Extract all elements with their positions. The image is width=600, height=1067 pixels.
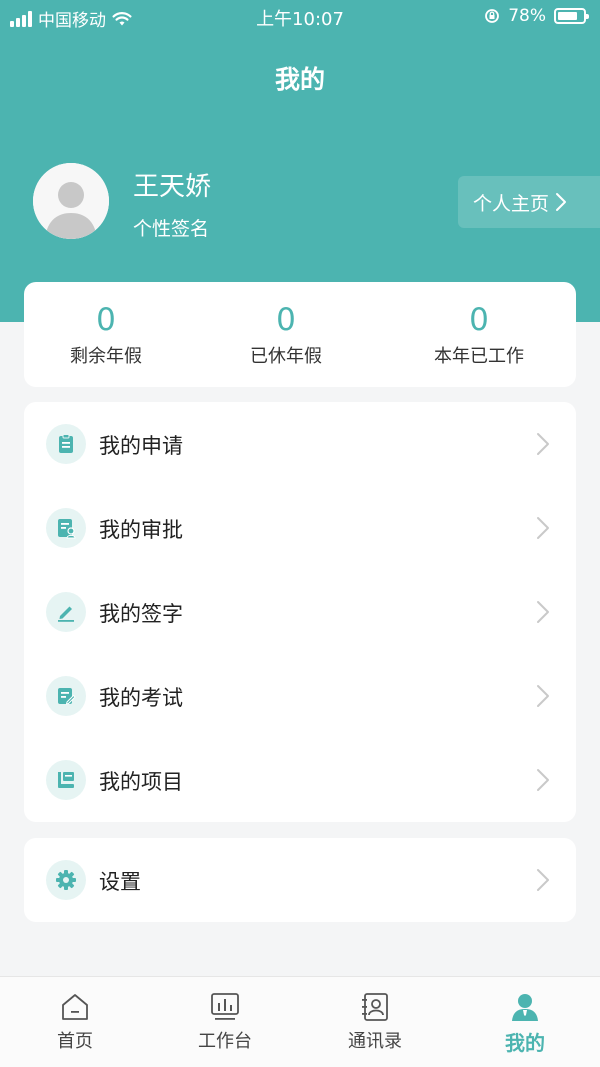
- person-icon: [512, 994, 538, 1021]
- chevron-right-icon: [537, 601, 549, 623]
- chevron-right-icon: [537, 869, 549, 891]
- user-signature[interactable]: 个性签名: [133, 214, 209, 241]
- menu-item-my-applications[interactable]: 我的申请: [24, 402, 576, 486]
- chevron-right-icon: [537, 517, 549, 539]
- user-name: 王天娇: [133, 172, 212, 202]
- menu-item-my-signatures[interactable]: 我的签字: [24, 570, 576, 654]
- menu-item-label: 我的申请: [99, 434, 183, 458]
- tab-label: 通讯录: [348, 1031, 402, 1052]
- menu-item-label: 我的审批: [99, 518, 183, 542]
- stats-card: 0 剩余年假 0 已休年假 0 本年已工作: [24, 282, 576, 387]
- chevron-right-icon: [556, 193, 567, 211]
- menu-item-settings[interactable]: 设置: [24, 838, 576, 922]
- settings-card: 设置: [24, 838, 576, 922]
- approval-icon: [46, 508, 86, 548]
- tab-label: 工作台: [198, 1031, 252, 1052]
- tab-bar: 首页 工作台 通讯录 我的: [0, 976, 600, 1067]
- tab-contacts[interactable]: 通讯录: [300, 977, 450, 1067]
- chevron-right-icon: [537, 769, 549, 791]
- exam-icon: [46, 676, 86, 716]
- stat-remaining-leave[interactable]: 0 剩余年假: [36, 282, 176, 387]
- avatar[interactable]: [33, 163, 109, 239]
- home-icon: [62, 994, 88, 1020]
- menu-card: 我的申请 我的审批 我的签字 我的考试 我的项目: [24, 402, 576, 822]
- stat-value: 0: [276, 302, 296, 338]
- stat-label: 本年已工作: [434, 346, 524, 367]
- menu-item-label: 我的项目: [99, 770, 183, 794]
- status-right: 78%: [484, 6, 589, 26]
- stat-label: 剩余年假: [70, 346, 142, 367]
- tab-workbench[interactable]: 工作台: [150, 977, 300, 1067]
- contacts-icon: [362, 993, 388, 1021]
- stat-worked-this-year[interactable]: 0 本年已工作: [404, 282, 554, 387]
- battery-percent: 78%: [508, 6, 546, 26]
- stat-value: 0: [96, 302, 116, 338]
- gear-icon: [46, 860, 86, 900]
- battery-fill: [558, 12, 577, 20]
- avatar-placeholder-icon: [33, 163, 109, 239]
- clipboard-icon: [46, 424, 86, 464]
- menu-item-label: 设置: [99, 870, 141, 894]
- homepage-button-label: 个人主页: [473, 192, 550, 215]
- tab-label: 我的: [505, 1031, 545, 1055]
- chevron-right-icon: [537, 685, 549, 707]
- homepage-button[interactable]: 个人主页: [458, 176, 600, 228]
- stat-label: 已休年假: [250, 346, 322, 367]
- workbench-icon: [211, 993, 239, 1020]
- tab-mine[interactable]: 我的: [450, 977, 600, 1067]
- menu-item-label: 我的签字: [99, 602, 183, 626]
- header-background: [0, 0, 600, 322]
- menu-item-my-approvals[interactable]: 我的审批: [24, 486, 576, 570]
- rotation-lock-icon: [485, 9, 500, 23]
- menu-item-label: 我的考试: [99, 686, 183, 710]
- pen-icon: [46, 592, 86, 632]
- my-page: 中国移动 上午10:07 78% 我的 王天娇 个性签名 个人主页 0 剩余年假…: [0, 0, 600, 1067]
- menu-item-my-exams[interactable]: 我的考试: [24, 654, 576, 738]
- tab-home[interactable]: 首页: [0, 977, 150, 1067]
- stat-used-leave[interactable]: 0 已休年假: [216, 282, 356, 387]
- status-bar: 中国移动 上午10:07 78%: [0, 0, 600, 34]
- battery-icon: [554, 8, 589, 24]
- chevron-right-icon: [537, 433, 549, 455]
- menu-item-my-projects[interactable]: 我的项目: [24, 738, 576, 822]
- tab-label: 首页: [57, 1031, 93, 1052]
- project-icon: [46, 760, 86, 800]
- stat-value: 0: [469, 302, 489, 338]
- page-title: 我的: [274, 65, 325, 94]
